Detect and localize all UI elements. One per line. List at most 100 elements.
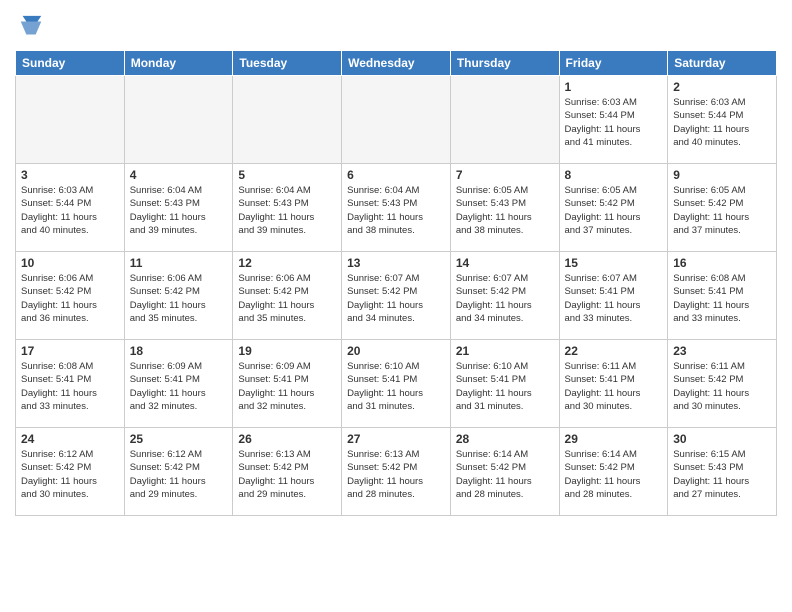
empty-cell [124,76,233,164]
day-cell-13: 13 Sunrise: 6:07 AMSunset: 5:42 PMDayligh… [342,252,451,340]
day-cell-28: 28Sunrise: 6:14 AMSunset: 5:42 PMDayligh… [450,428,559,516]
day-number-9: 9 [673,168,771,182]
day-info-17: Sunrise: 6:08 AMSunset: 5:41 PMDaylight:… [21,360,119,413]
week-row-4: 17 Sunrise: 6:08 AMSunset: 5:41 PMDayligh… [16,340,777,428]
day-number-2: 2 [673,80,771,94]
day-info-14: Sunrise: 6:07 AMSunset: 5:42 PMDaylight:… [456,272,554,325]
day-info-16: Sunrise: 6:08 AMSunset: 5:41 PMDaylight:… [673,272,771,325]
day-number-23: 23 [673,344,771,358]
day-number-29: 29 [565,432,663,446]
day-number-10: 10 [21,256,119,270]
day-number-25: 25 [130,432,228,446]
day-cell-29: 29 Sunrise: 6:14 AMSunset: 5:42 PMDayligh… [559,428,668,516]
day-cell-23: 23Sunrise: 6:11 AMSunset: 5:42 PMDayligh… [668,340,777,428]
day-cell-22: 22 Sunrise: 6:11 AMSunset: 5:41 PMDayligh… [559,340,668,428]
day-info-5: Sunrise: 6:04 AMSunset: 5:43 PMDaylight:… [238,184,336,237]
weekday-header-thursday: Thursday [450,51,559,76]
day-cell-30: 30 Sunrise: 6:15 AMSunset: 5:43 PMDayligh… [668,428,777,516]
day-info-21: Sunrise: 6:10 AMSunset: 5:41 PMDaylight:… [456,360,554,413]
page: SundayMondayTuesdayWednesdayThursdayFrid… [0,0,792,526]
day-number-11: 11 [130,256,228,270]
day-number-13: 13 [347,256,445,270]
day-number-8: 8 [565,168,663,182]
day-number-17: 17 [21,344,119,358]
day-cell-18: 18 Sunrise: 6:09 AMSunset: 5:41 PMDayligh… [124,340,233,428]
day-info-2: Sunrise: 6:03 AMSunset: 5:44 PMDaylight:… [673,96,771,149]
day-number-21: 21 [456,344,554,358]
day-number-28: 28 [456,432,554,446]
day-info-27: Sunrise: 6:13 AMSunset: 5:42 PMDaylight:… [347,448,445,501]
day-cell-2: 2 Sunrise: 6:03 AMSunset: 5:44 PMDaylight… [668,76,777,164]
day-info-26: Sunrise: 6:13 AMSunset: 5:42 PMDaylight:… [238,448,336,501]
day-number-5: 5 [238,168,336,182]
day-cell-6: 6Sunrise: 6:04 AMSunset: 5:43 PMDaylight… [342,164,451,252]
day-info-3: Sunrise: 6:03 AMSunset: 5:44 PMDaylight:… [21,184,119,237]
week-row-1: 1 Sunrise: 6:03 AMSunset: 5:44 PMDaylight… [16,76,777,164]
calendar-table: SundayMondayTuesdayWednesdayThursdayFrid… [15,50,777,516]
day-cell-27: 27 Sunrise: 6:13 AMSunset: 5:42 PMDayligh… [342,428,451,516]
weekday-header-tuesday: Tuesday [233,51,342,76]
week-row-5: 24 Sunrise: 6:12 AMSunset: 5:42 PMDayligh… [16,428,777,516]
day-info-7: Sunrise: 6:05 AMSunset: 5:43 PMDaylight:… [456,184,554,237]
day-number-27: 27 [347,432,445,446]
weekday-header-wednesday: Wednesday [342,51,451,76]
empty-cell [342,76,451,164]
day-info-1: Sunrise: 6:03 AMSunset: 5:44 PMDaylight:… [565,96,663,149]
day-info-4: Sunrise: 6:04 AMSunset: 5:43 PMDaylight:… [130,184,228,237]
weekday-header-row: SundayMondayTuesdayWednesdayThursdayFrid… [16,51,777,76]
day-cell-25: 25 Sunrise: 6:12 AMSunset: 5:42 PMDayligh… [124,428,233,516]
day-info-22: Sunrise: 6:11 AMSunset: 5:41 PMDaylight:… [565,360,663,413]
day-cell-10: 10Sunrise: 6:06 AMSunset: 5:42 PMDayligh… [16,252,125,340]
day-number-30: 30 [673,432,771,446]
day-number-7: 7 [456,168,554,182]
day-number-20: 20 [347,344,445,358]
day-cell-1: 1 Sunrise: 6:03 AMSunset: 5:44 PMDaylight… [559,76,668,164]
day-number-16: 16 [673,256,771,270]
weekday-header-friday: Friday [559,51,668,76]
day-info-11: Sunrise: 6:06 AMSunset: 5:42 PMDaylight:… [130,272,228,325]
day-cell-5: 5 Sunrise: 6:04 AMSunset: 5:43 PMDaylight… [233,164,342,252]
day-cell-26: 26 Sunrise: 6:13 AMSunset: 5:42 PMDayligh… [233,428,342,516]
day-info-19: Sunrise: 6:09 AMSunset: 5:41 PMDaylight:… [238,360,336,413]
empty-cell [450,76,559,164]
day-cell-19: 19Sunrise: 6:09 AMSunset: 5:41 PMDayligh… [233,340,342,428]
day-cell-4: 4Sunrise: 6:04 AMSunset: 5:43 PMDaylight… [124,164,233,252]
day-cell-7: 7 Sunrise: 6:05 AMSunset: 5:43 PMDaylight… [450,164,559,252]
day-info-29: Sunrise: 6:14 AMSunset: 5:42 PMDaylight:… [565,448,663,501]
day-number-12: 12 [238,256,336,270]
day-number-3: 3 [21,168,119,182]
weekday-header-monday: Monday [124,51,233,76]
day-cell-8: 8 Sunrise: 6:05 AMSunset: 5:42 PMDaylight… [559,164,668,252]
day-cell-14: 14 Sunrise: 6:07 AMSunset: 5:42 PMDayligh… [450,252,559,340]
day-number-24: 24 [21,432,119,446]
weekday-header-saturday: Saturday [668,51,777,76]
day-cell-24: 24 Sunrise: 6:12 AMSunset: 5:42 PMDayligh… [16,428,125,516]
empty-cell [16,76,125,164]
day-number-6: 6 [347,168,445,182]
day-cell-12: 12 Sunrise: 6:06 AMSunset: 5:42 PMDayligh… [233,252,342,340]
day-number-14: 14 [456,256,554,270]
day-info-20: Sunrise: 6:10 AMSunset: 5:41 PMDaylight:… [347,360,445,413]
weekday-header-sunday: Sunday [16,51,125,76]
day-cell-21: 21 Sunrise: 6:10 AMSunset: 5:41 PMDayligh… [450,340,559,428]
day-info-18: Sunrise: 6:09 AMSunset: 5:41 PMDaylight:… [130,360,228,413]
day-number-22: 22 [565,344,663,358]
day-number-1: 1 [565,80,663,94]
empty-cell [233,76,342,164]
day-info-30: Sunrise: 6:15 AMSunset: 5:43 PMDaylight:… [673,448,771,501]
day-cell-9: 9Sunrise: 6:05 AMSunset: 5:42 PMDaylight… [668,164,777,252]
day-cell-3: 3 Sunrise: 6:03 AMSunset: 5:44 PMDaylight… [16,164,125,252]
day-info-8: Sunrise: 6:05 AMSunset: 5:42 PMDaylight:… [565,184,663,237]
day-info-24: Sunrise: 6:12 AMSunset: 5:42 PMDaylight:… [21,448,119,501]
day-info-15: Sunrise: 6:07 AMSunset: 5:41 PMDaylight:… [565,272,663,325]
header [15,10,777,42]
week-row-3: 10 Sunrise: 6:06 AMSunset: 5:42 PMDayligh… [16,252,777,340]
logo-icon [17,14,45,42]
day-info-25: Sunrise: 6:12 AMSunset: 5:42 PMDaylight:… [130,448,228,501]
day-cell-20: 20 Sunrise: 6:10 AMSunset: 5:41 PMDayligh… [342,340,451,428]
day-info-12: Sunrise: 6:06 AMSunset: 5:42 PMDaylight:… [238,272,336,325]
day-number-26: 26 [238,432,336,446]
day-info-13: Sunrise: 6:07 AMSunset: 5:42 PMDaylight:… [347,272,445,325]
day-cell-11: 11 Sunrise: 6:06 AMSunset: 5:42 PMDayligh… [124,252,233,340]
day-number-18: 18 [130,344,228,358]
